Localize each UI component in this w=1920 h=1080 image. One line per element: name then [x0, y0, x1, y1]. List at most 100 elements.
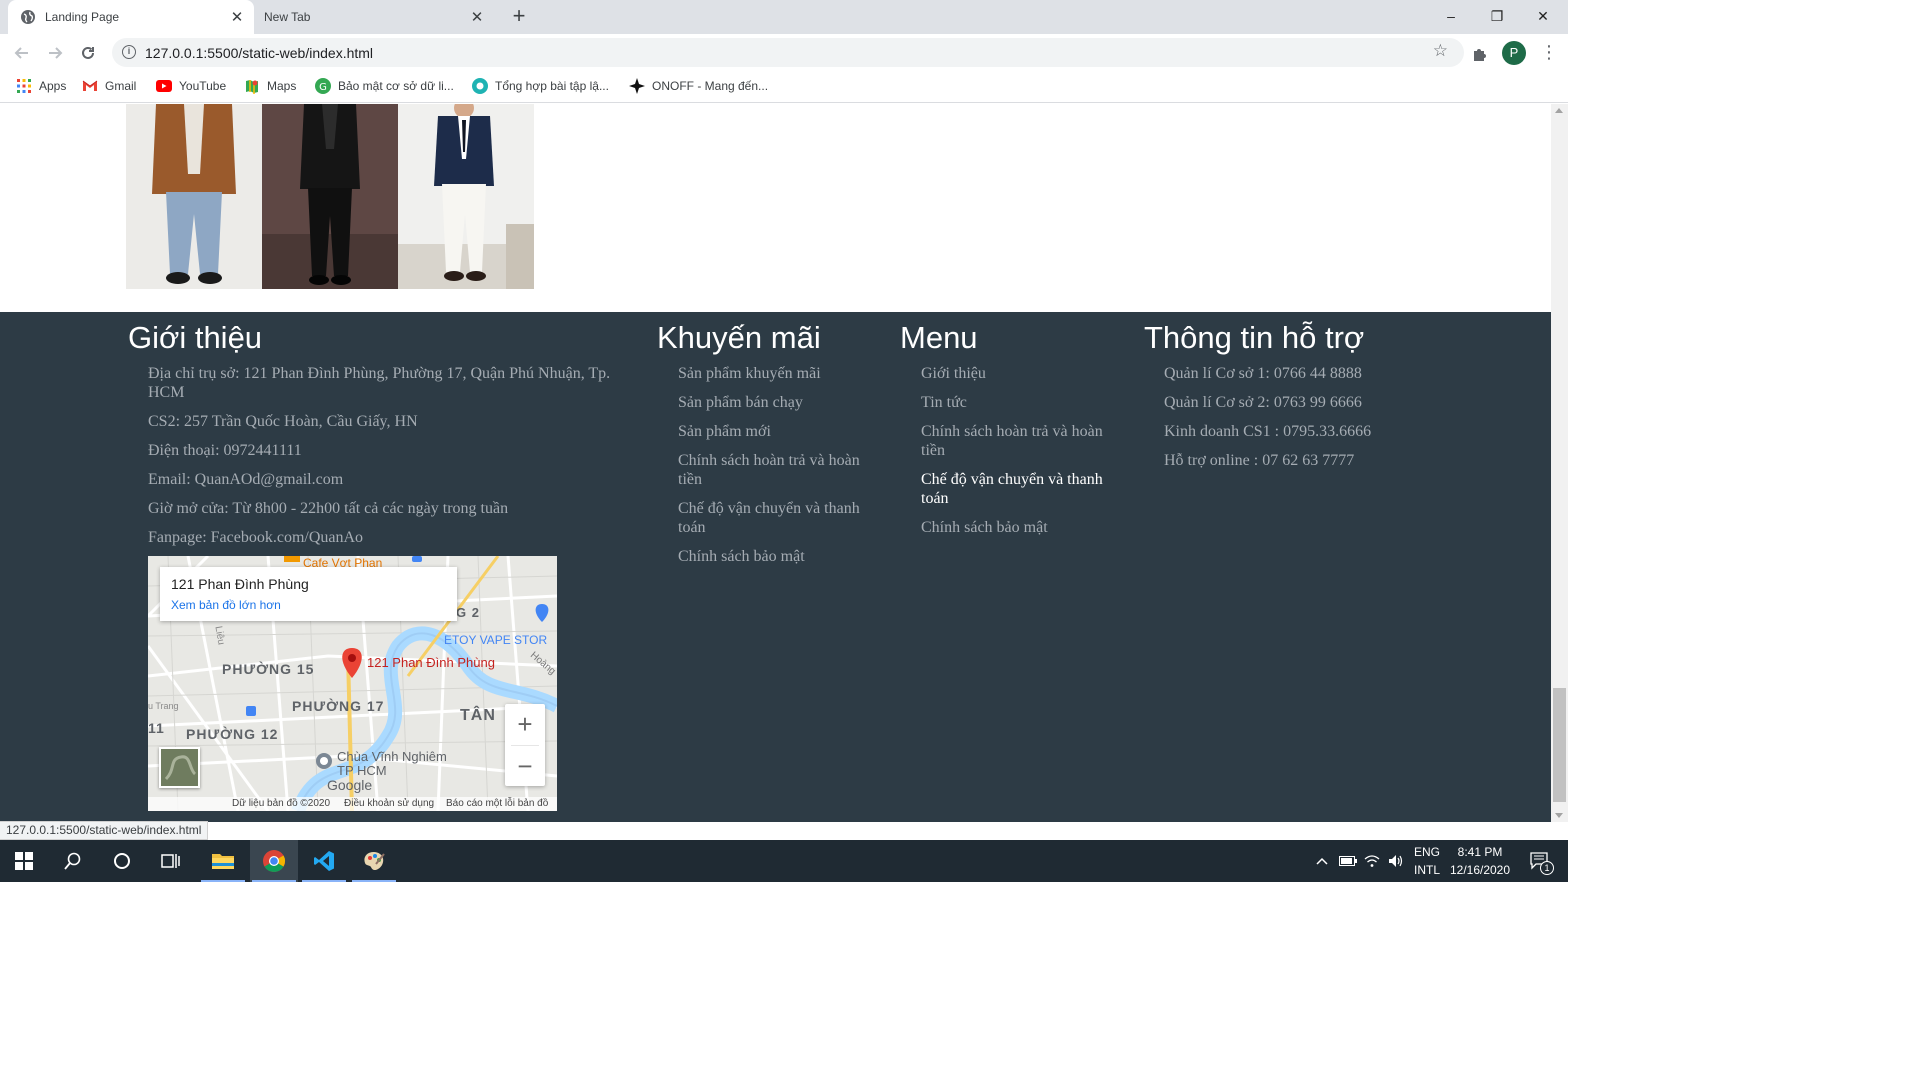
tab-title: New Tab: [264, 10, 311, 24]
bookmark-tong-hop[interactable]: Tổng hợp bài tập lậ...: [472, 78, 609, 94]
footer-link-return-policy[interactable]: Chính sách hoàn trả và hoàn tiền: [678, 451, 878, 489]
map-label-phuong-17: PHƯỜNG 17: [292, 698, 385, 714]
clock-time: 8:41 PM: [1457, 845, 1503, 859]
footer-support-list: Quản lí Cơ sở 1: 0766 44 8888 Quản lí Cơ…: [1164, 364, 1384, 480]
tab-landing-page[interactable]: Landing Page ✕: [8, 0, 254, 34]
bookmark-label: ONOFF - Mang đến...: [652, 79, 769, 93]
forward-arrow-icon: [49, 47, 63, 59]
task-view-button[interactable]: [147, 840, 195, 882]
google-logo: Google: [327, 777, 373, 793]
product-image-black-suit[interactable]: [262, 104, 398, 289]
forward-button[interactable]: [43, 41, 67, 65]
gmail-icon: [82, 78, 98, 94]
footer-menu-shipping-payment[interactable]: Chế độ vận chuyển và thanh toán: [921, 470, 1121, 508]
footer-menu-list: Giới thiệu Tin tức Chính sách hoàn trả v…: [921, 364, 1121, 547]
bookmark-onoff[interactable]: ONOFF - Mang đến...: [629, 78, 768, 94]
minimize-button[interactable]: –: [1428, 0, 1474, 32]
profile-avatar[interactable]: P: [1502, 41, 1526, 65]
input-language-indicator[interactable]: ENG INTL: [1410, 843, 1444, 879]
volume-icon[interactable]: [1382, 840, 1410, 882]
paint-taskbar-button[interactable]: [350, 840, 398, 882]
footer-menu-heading: Menu: [900, 320, 978, 355]
footer-promotions-list: Sản phẩm khuyến mãi Sản phẩm bán chạy Sả…: [678, 364, 878, 576]
windows-logo-icon: [15, 852, 33, 870]
bookmark-apps[interactable]: Apps: [16, 78, 66, 94]
footer-link-shipping-payment[interactable]: Chế độ vận chuyển và thanh toán: [678, 499, 878, 537]
vscode-icon: [314, 851, 334, 871]
bookmark-bao-mat[interactable]: G Bảo mật cơ sở dữ li...: [315, 78, 454, 94]
map-data-attribution: Dữ liệu bản đồ ©2020: [232, 798, 331, 809]
chrome-icon: [263, 850, 285, 872]
tab-new-tab[interactable]: New Tab ✕: [254, 0, 494, 34]
notification-count-badge: 1: [1540, 861, 1554, 875]
footer-link-new-products[interactable]: Sản phẩm mới: [678, 422, 878, 441]
cortana-circle-icon: [114, 853, 130, 869]
extensions-puzzle-icon[interactable]: [1471, 44, 1491, 64]
site-info-icon[interactable]: i: [122, 45, 136, 59]
product-image-brown-blazer[interactable]: [126, 104, 262, 289]
footer-support-manager-2: Quản lí Cơ sở 2: 0763 99 6666: [1164, 394, 1362, 411]
bookmark-gmail[interactable]: Gmail: [82, 78, 136, 94]
start-button[interactable]: [0, 840, 48, 882]
zoom-in-button[interactable]: +: [505, 704, 545, 745]
chrome-taskbar-button[interactable]: [250, 840, 298, 882]
footer-link-privacy-policy[interactable]: Chính sách bảo mật: [678, 547, 878, 566]
clock[interactable]: 8:41 PM 12/16/2020: [1446, 843, 1514, 879]
page-scrollbar[interactable]: [1551, 104, 1568, 822]
browser-tab-strip: Landing Page ✕ New Tab ✕ + – ❐ ✕: [0, 0, 1568, 34]
bookmark-maps[interactable]: Maps: [244, 78, 296, 94]
bookmark-star-icon[interactable]: ☆: [1433, 41, 1448, 61]
map-poi-etoy: ETOY VAPE STOR: [444, 633, 548, 647]
search-button[interactable]: [49, 840, 97, 882]
view-larger-map-link[interactable]: Xem bản đồ lớn hơn: [171, 598, 281, 612]
tray-overflow-chevron-icon[interactable]: [1308, 840, 1336, 882]
tab-close-icon[interactable]: ✕: [228, 8, 246, 26]
close-window-button[interactable]: ✕: [1520, 0, 1566, 32]
bookmark-label: Tổng hợp bài tập lậ...: [495, 79, 609, 93]
bookmark-youtube[interactable]: YouTube: [156, 78, 226, 94]
bookmark-label: Apps: [39, 79, 67, 93]
reload-button[interactable]: [76, 41, 100, 65]
page-viewport: Giới thiệu Địa chỉ trụ sở: 121 Phan Đình…: [0, 104, 1551, 822]
zoom-out-button[interactable]: −: [505, 746, 545, 787]
footer-menu-about[interactable]: Giới thiệu: [921, 364, 1121, 383]
embedded-google-map[interactable]: Cafe Vợt Phan G 2 ETOY VAPE STOR Hoàng L…: [148, 556, 557, 811]
action-center-button[interactable]: 1: [1520, 840, 1560, 882]
scroll-up-arrow-icon[interactable]: [1555, 108, 1563, 113]
satellite-toggle[interactable]: [159, 747, 200, 788]
map-zoom-control: + −: [505, 704, 545, 786]
file-explorer-taskbar-button[interactable]: [199, 840, 247, 882]
clock-date: 12/16/2020: [1449, 863, 1511, 877]
scrollbar-thumb[interactable]: [1553, 688, 1566, 802]
map-label-phuong-15: PHƯỜNG 15: [222, 661, 315, 677]
map-label-phuong-12: PHƯỜNG 12: [186, 726, 279, 742]
restore-button[interactable]: ❐: [1474, 0, 1520, 32]
back-arrow-icon: [14, 47, 28, 59]
map-report-error-link[interactable]: Báo cáo một lỗi bản đồ: [446, 798, 548, 809]
browser-menu-icon[interactable]: ⋮: [1540, 41, 1558, 65]
svg-text:G: G: [319, 82, 327, 93]
map-terms-link[interactable]: Điều khoản sử dụng: [344, 798, 434, 809]
footer-link-best-sellers[interactable]: Sản phẩm bán chạy: [678, 393, 878, 412]
bookmarks-bar: Apps Gmail YouTube Maps G Bảo mật cơ sở …: [0, 71, 1568, 103]
apps-grid-icon: [16, 78, 32, 94]
bookmark-label: Bảo mật cơ sở dữ li...: [338, 79, 454, 93]
cortana-button[interactable]: [98, 840, 146, 882]
site-footer: Giới thiệu Địa chỉ trụ sở: 121 Phan Đình…: [0, 312, 1551, 822]
back-button[interactable]: [10, 41, 34, 65]
footer-menu-return-policy[interactable]: Chính sách hoàn trả và hoàn tiền: [921, 422, 1121, 460]
scroll-down-arrow-icon[interactable]: [1555, 813, 1563, 818]
tab-title: Landing Page: [45, 10, 120, 24]
tab-close-icon[interactable]: ✕: [468, 8, 486, 26]
footer-menu-news[interactable]: Tin tức: [921, 393, 1121, 412]
product-image-navy-blazer[interactable]: [398, 104, 534, 289]
windows-taskbar: ENG INTL 8:41 PM 12/16/2020 1: [0, 840, 1568, 882]
url-text[interactable]: 127.0.0.1:5500/static-web/index.html: [145, 45, 373, 61]
new-tab-button[interactable]: +: [508, 5, 530, 28]
footer-menu-privacy-policy[interactable]: Chính sách bảo mật: [921, 518, 1121, 537]
footer-link-promo-products[interactable]: Sản phẩm khuyến mãi: [678, 364, 878, 383]
globe-icon: [20, 9, 36, 25]
footer-support-heading: Thông tin hỗ trợ: [1144, 320, 1365, 355]
vscode-taskbar-button[interactable]: [300, 840, 348, 882]
address-bar[interactable]: i 127.0.0.1:5500/static-web/index.html ☆: [112, 38, 1464, 67]
